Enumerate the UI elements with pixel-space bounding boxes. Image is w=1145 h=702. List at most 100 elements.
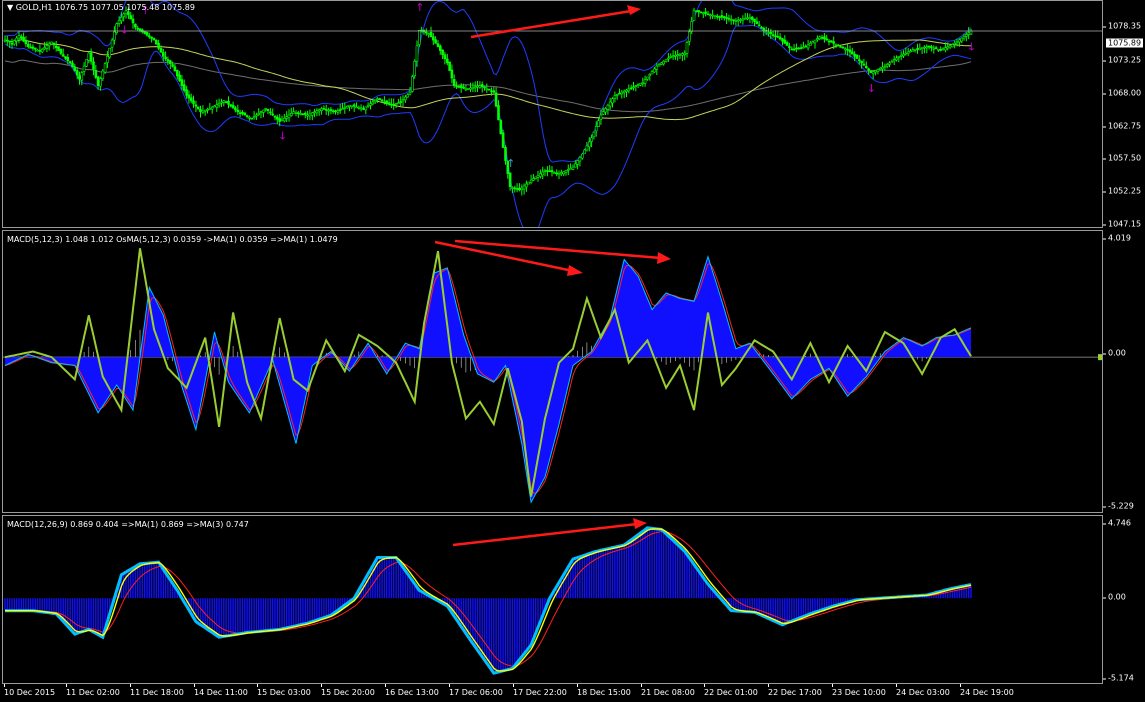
candle-body [643,79,647,84]
candle-body [19,36,23,39]
candle-body [45,45,49,49]
candle-body [3,39,7,42]
fractal-arrow-icon: ↑ [415,1,424,14]
candle-body [61,54,65,57]
candle-body [68,61,72,64]
price-pane[interactable]: ↑↓↓↑↑↑↓↓ ▼ GOLD,H1 1076.75 1077.05 1075.… [2,0,1103,228]
time-tick: 11 Dec 02:00 [66,684,120,697]
candle-body [566,169,570,171]
fractal-arrow-icon: ↓ [278,129,287,142]
candle-body [916,48,919,50]
candle-body [401,99,405,102]
candle-body [129,15,132,20]
candle-body [138,28,142,31]
candle-body [273,115,277,118]
candle-body [352,104,356,107]
price-axis: 1078.35 1075.89 1073.25 1068.00 1062.75 … [1102,0,1145,229]
symbol-header-text: GOLD,H1 1076.75 1077.05 1075.48 1075.89 [15,3,195,12]
candle-body [806,44,810,49]
collapse-arrow-icon[interactable]: ▼ [7,3,13,12]
candle-body [182,84,186,91]
candle-body [841,46,845,49]
time-tick: 15 Dec 03:00 [257,684,311,697]
candle-body [262,109,265,113]
candle-body [636,84,640,86]
candle-body [71,62,74,68]
candle-body [748,16,752,19]
candle-body [280,119,284,122]
candle-body [145,32,149,36]
candle-body [399,101,403,103]
candle-body [790,48,794,51]
divergence-arrow-line [454,239,662,260]
candle-body [245,115,249,117]
candle-body [529,179,533,184]
candle-body [613,95,617,99]
candle-body [653,68,656,73]
candle-body [431,36,435,41]
candle-body [36,49,39,52]
candle-body [778,36,782,40]
candle-body [397,102,400,105]
candle-body [871,71,875,74]
candle-body [196,106,200,110]
candle-body [774,35,777,38]
candle-body [857,59,861,61]
candle-body [664,59,668,62]
candle-body [224,101,228,103]
divergence-arrow-head [657,252,671,264]
candle-body [457,86,461,88]
candle-body [678,53,682,56]
candle-body [192,100,195,104]
macd-fast-pane[interactable]: MACD(5,12,3) 1.048 1.012 OsMA(5,12,3) 0.… [2,230,1103,513]
candle-body [843,48,847,51]
candle-body [811,41,815,44]
candle-body [534,176,538,179]
candle-body [804,45,808,48]
candle-body [788,46,791,49]
candle-body [22,36,25,42]
candle-body [287,114,291,119]
candle-body [99,78,102,87]
time-tick: 15 Dec 20:00 [321,684,375,697]
candle-body [338,109,342,111]
macd-slow-pane[interactable]: MACD(12,26,9) 0.869 0.404 =>MA(1) 0.869 … [2,515,1103,684]
candle-body [292,111,295,114]
candle-body [355,106,358,109]
candle-body [890,60,894,63]
candle-body [580,153,584,159]
candle-body [480,84,484,88]
candle-body [178,74,181,82]
candle-body [876,69,880,72]
macd-fast-axis: 4.019 0.00 -5.229 [1103,230,1145,513]
candle-body [501,132,505,148]
candle-body [571,166,575,170]
candle-body [795,47,798,50]
candle-body [47,43,51,46]
candle-body [923,46,926,49]
macd-fast-tick: 0.00 [1103,348,1126,358]
candle-body [164,56,167,60]
candle-body [103,63,107,73]
candle-body [394,103,398,105]
candle-body [171,64,174,67]
candle-body [508,172,512,188]
candle-body [671,55,675,58]
candle-body [725,17,728,19]
candle-body [587,141,591,147]
candle-body [667,57,670,60]
candle-body [289,113,293,116]
candle-body [89,52,93,62]
time-tick: 17 Dec 22:00 [513,684,567,697]
candle-body [180,79,184,86]
candle-body [881,66,884,70]
divergence-arrow-line [434,240,574,273]
candle-body [8,40,11,43]
candle-body [762,27,766,31]
candle-body [203,109,207,112]
candle-body [378,98,382,101]
candle-body [75,70,79,76]
candle-body [313,111,316,113]
candle-body [813,39,817,44]
time-tick: 17 Dec 06:00 [449,684,503,697]
